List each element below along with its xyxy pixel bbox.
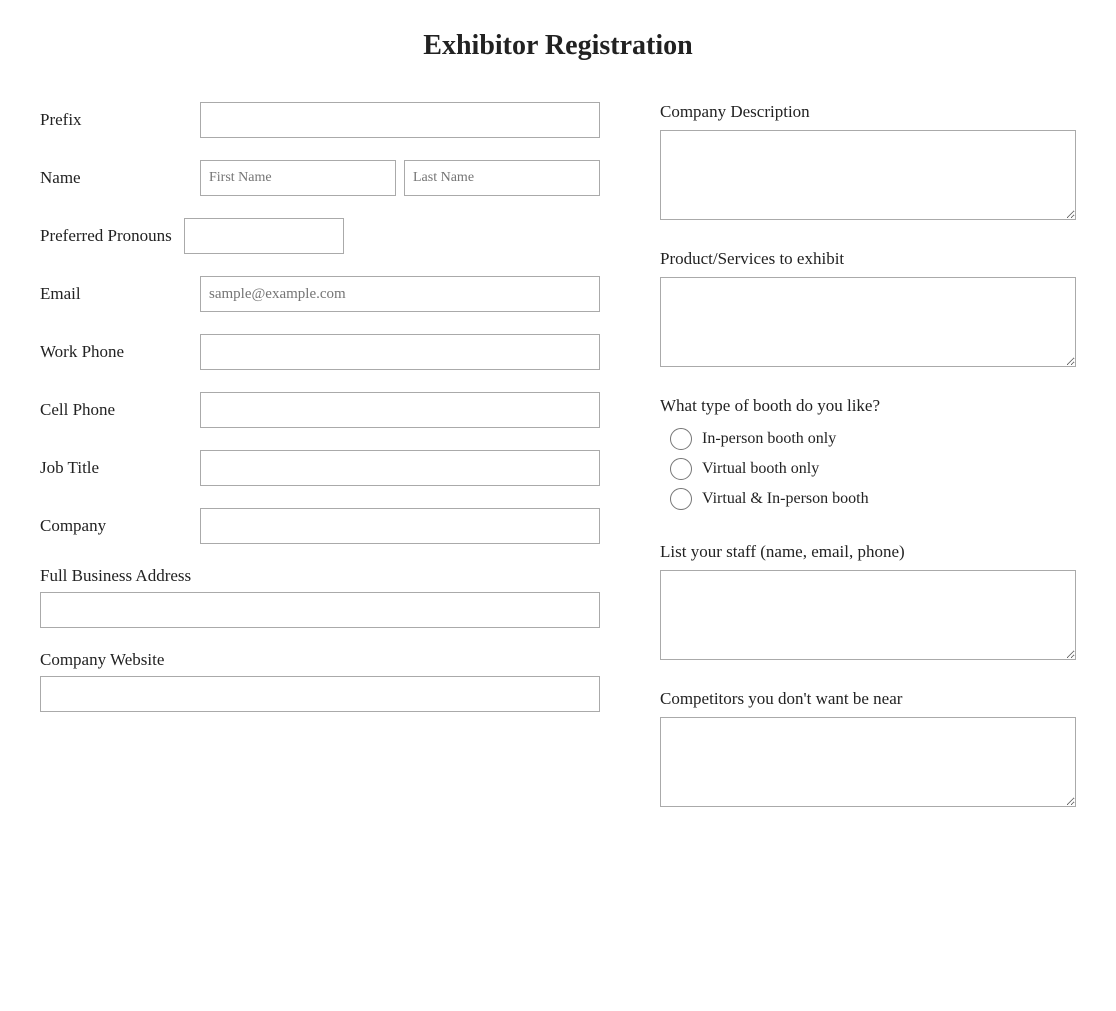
job-title-input[interactable] xyxy=(200,450,600,486)
name-row: Name xyxy=(40,160,600,196)
company-input[interactable] xyxy=(200,508,600,544)
staff-input[interactable] xyxy=(660,570,1076,660)
email-label: Email xyxy=(40,284,200,304)
job-title-row: Job Title xyxy=(40,450,600,486)
booth-option-inperson: In-person booth only xyxy=(660,428,1076,450)
work-phone-row: Work Phone xyxy=(40,334,600,370)
booth-option-both: Virtual & In-person booth xyxy=(660,488,1076,510)
booth-type-section: What type of booth do you like? In-perso… xyxy=(660,396,1076,518)
prefix-label: Prefix xyxy=(40,110,200,130)
work-phone-label: Work Phone xyxy=(40,342,200,362)
booth-radio-inperson[interactable] xyxy=(670,428,692,450)
page-title: Exhibitor Registration xyxy=(40,30,1076,62)
competitors-section: Competitors you don't want be near xyxy=(660,689,1076,812)
full-address-input[interactable] xyxy=(40,592,600,628)
company-description-section: Company Description xyxy=(660,102,1076,225)
name-label: Name xyxy=(40,168,200,188)
prefix-input[interactable] xyxy=(200,102,600,138)
company-website-input[interactable] xyxy=(40,676,600,712)
products-input[interactable] xyxy=(660,277,1076,367)
booth-radio-both[interactable] xyxy=(670,488,692,510)
pronouns-label: Preferred Pronouns xyxy=(40,226,172,246)
full-address-section: Full Business Address xyxy=(40,566,600,628)
cell-phone-input[interactable] xyxy=(200,392,600,428)
company-website-section: Company Website xyxy=(40,650,600,712)
competitors-input[interactable] xyxy=(660,717,1076,807)
name-inputs xyxy=(200,160,600,196)
booth-radio-virtual[interactable] xyxy=(670,458,692,480)
staff-section: List your staff (name, email, phone) xyxy=(660,542,1076,665)
company-description-label: Company Description xyxy=(660,102,1076,122)
pronouns-row: Preferred Pronouns xyxy=(40,218,600,254)
products-label: Product/Services to exhibit xyxy=(660,249,1076,269)
work-phone-input[interactable] xyxy=(200,334,600,370)
email-row: Email xyxy=(40,276,600,312)
competitors-label: Competitors you don't want be near xyxy=(660,689,1076,709)
products-section: Product/Services to exhibit xyxy=(660,249,1076,372)
booth-type-label: What type of booth do you like? xyxy=(660,396,1076,416)
prefix-row: Prefix xyxy=(40,102,600,138)
job-title-label: Job Title xyxy=(40,458,200,478)
cell-phone-row: Cell Phone xyxy=(40,392,600,428)
booth-option-virtual: Virtual booth only xyxy=(660,458,1076,480)
cell-phone-label: Cell Phone xyxy=(40,400,200,420)
last-name-input[interactable] xyxy=(404,160,600,196)
pronouns-input[interactable] xyxy=(184,218,344,254)
company-label: Company xyxy=(40,516,200,536)
company-description-input[interactable] xyxy=(660,130,1076,220)
company-row: Company xyxy=(40,508,600,544)
booth-radio-inperson-label: In-person booth only xyxy=(702,430,836,448)
company-website-label: Company Website xyxy=(40,650,600,670)
booth-radio-virtual-label: Virtual booth only xyxy=(702,460,819,478)
booth-radio-both-label: Virtual & In-person booth xyxy=(702,490,869,508)
email-input[interactable] xyxy=(200,276,600,312)
first-name-input[interactable] xyxy=(200,160,396,196)
staff-label: List your staff (name, email, phone) xyxy=(660,542,1076,562)
full-address-label: Full Business Address xyxy=(40,566,600,586)
